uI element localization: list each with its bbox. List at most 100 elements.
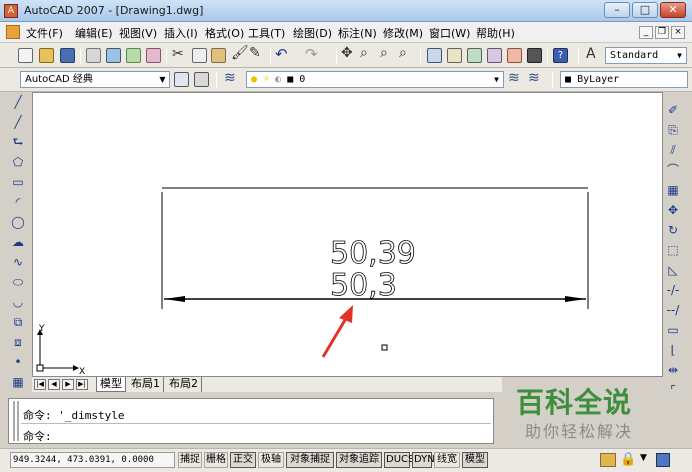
ortho-toggle[interactable]: 正交 <box>230 452 256 468</box>
layer-manager-icon[interactable]: ≋ <box>224 70 236 86</box>
menu-view[interactable]: 视图(V) <box>119 25 157 41</box>
menu-tools[interactable]: 工具(T) <box>248 25 285 41</box>
insert-block-icon[interactable]: ⧉ <box>10 315 26 329</box>
clean-screen-icon[interactable] <box>656 453 670 467</box>
document-icon[interactable] <box>6 25 20 39</box>
doc-minimize-button[interactable]: _ <box>639 26 653 39</box>
rotate-icon[interactable]: ↻ <box>665 223 681 237</box>
menu-insert[interactable]: 插入(I) <box>164 25 198 41</box>
polar-toggle[interactable]: 极轴 <box>258 452 284 468</box>
properties-icon[interactable] <box>427 48 442 63</box>
doc-close-button[interactable]: × <box>671 26 685 39</box>
construction-line-icon[interactable]: ╱ <box>10 115 26 129</box>
text-style-icon[interactable]: A <box>586 46 596 62</box>
workspace-settings-icon[interactable] <box>174 72 189 87</box>
save-icon[interactable] <box>60 48 75 63</box>
tab-layout2[interactable]: 布局2 <box>166 377 202 392</box>
undo-icon[interactable]: ↶ <box>275 45 288 63</box>
close-button[interactable]: ✕ <box>660 2 686 18</box>
move-icon[interactable]: ✥ <box>665 203 681 217</box>
drawing-canvas[interactable]: 50,39 50,3 Y X <box>32 92 663 377</box>
osnap-toggle[interactable]: 对象捕捉 <box>286 452 334 468</box>
minimize-button[interactable]: – <box>604 2 630 18</box>
copy-object-icon[interactable]: ⎘ <box>665 123 681 137</box>
otrack-toggle[interactable]: 对象追踪 <box>336 452 382 468</box>
tab-layout1[interactable]: 布局1 <box>128 377 164 392</box>
3d-dwf-icon[interactable] <box>146 48 161 63</box>
cut-icon[interactable]: ✂ <box>172 46 184 62</box>
next-tab-button[interactable]: ▶ <box>62 379 74 390</box>
lineweight-toggle[interactable]: 线宽 <box>434 452 460 468</box>
menu-draw[interactable]: 绘图(D) <box>293 25 332 41</box>
block-editor-icon[interactable]: ✎ <box>249 45 261 61</box>
join-icon[interactable]: ⇹ <box>665 363 681 377</box>
autocad-app-icon[interactable]: A <box>4 4 18 18</box>
publish-icon[interactable] <box>126 48 141 63</box>
chamfer-icon[interactable]: ⌊ <box>665 343 681 357</box>
match-properties-icon[interactable]: 🖌 <box>231 45 249 61</box>
break-icon[interactable]: ▭ <box>665 323 681 337</box>
zoom-window-icon[interactable]: ⌕ <box>380 45 388 61</box>
rectangle-icon[interactable]: ▭ <box>10 175 26 189</box>
spline-icon[interactable]: ∿ <box>10 255 26 269</box>
command-grip[interactable] <box>13 401 19 441</box>
my-workspace-icon[interactable] <box>194 72 209 87</box>
stretch-icon[interactable]: ◺ <box>665 263 681 277</box>
prev-tab-button[interactable]: ◀ <box>48 379 60 390</box>
polyline-icon[interactable]: ⮑ <box>10 135 26 149</box>
arc-icon[interactable]: ◜ <box>10 195 26 209</box>
zoom-realtime-icon[interactable]: ⌕ <box>360 45 368 61</box>
sheet-set-icon[interactable] <box>487 48 502 63</box>
chevron-down-icon[interactable]: ▼ <box>640 453 647 463</box>
line-icon[interactable]: ╱ <box>10 95 26 109</box>
maximize-button[interactable]: □ <box>632 2 658 18</box>
scale-icon[interactable]: ⬚ <box>665 243 681 257</box>
zoom-previous-icon[interactable]: ⌕ <box>399 45 407 61</box>
menu-edit[interactable]: 编辑(E) <box>75 25 113 41</box>
array-icon[interactable]: ▦ <box>665 183 681 197</box>
last-tab-button[interactable]: ▶| <box>76 379 88 390</box>
menu-window[interactable]: 窗口(W) <box>429 25 470 41</box>
command-window[interactable]: 命令: '_dimstyle 命令: <box>8 398 494 444</box>
calculator-icon[interactable] <box>527 48 542 63</box>
make-block-icon[interactable]: ⧈ <box>10 335 26 349</box>
new-icon[interactable] <box>18 48 33 63</box>
tab-model[interactable]: 模型 <box>96 377 126 392</box>
tool-palettes-icon[interactable] <box>467 48 482 63</box>
pan-icon[interactable]: ✥ <box>341 45 353 61</box>
menu-format[interactable]: 格式(O) <box>205 25 244 41</box>
design-center-icon[interactable] <box>447 48 462 63</box>
grid-toggle[interactable]: 栅格 <box>204 452 228 468</box>
menu-dimension[interactable]: 标注(N) <box>338 25 377 41</box>
erase-icon[interactable]: ✐ <box>665 103 681 117</box>
communication-center-icon[interactable] <box>600 453 616 467</box>
make-layer-current-icon[interactable]: ≋ <box>508 70 520 86</box>
first-tab-button[interactable]: |◀ <box>34 379 46 390</box>
text-style-select[interactable]: Standard ▼ <box>605 47 687 64</box>
revision-cloud-icon[interactable]: ☁ <box>10 235 26 249</box>
snap-toggle[interactable]: 捕捉 <box>178 452 202 468</box>
ducs-toggle[interactable]: DUCS <box>384 452 414 468</box>
fillet-icon[interactable]: ⌜ <box>665 383 681 397</box>
plot-preview-icon[interactable] <box>106 48 121 63</box>
circle-icon[interactable]: ◯ <box>10 215 26 229</box>
menu-file[interactable]: 文件(F) <box>26 25 63 41</box>
ellipse-arc-icon[interactable]: ◡ <box>10 295 26 309</box>
help-icon[interactable]: ? <box>553 48 568 63</box>
doc-restore-button[interactable]: ❐ <box>655 26 669 39</box>
layer-previous-icon[interactable]: ≋ <box>528 70 540 86</box>
layer-select[interactable]: ● ☼ ◐ ■ 0 ▼ <box>246 71 504 88</box>
command-prompt[interactable]: 命令: <box>23 428 52 444</box>
ellipse-icon[interactable]: ⬭ <box>10 275 26 289</box>
workspace-select[interactable]: AutoCAD 经典 ▼ <box>20 71 170 88</box>
model-toggle[interactable]: 模型 <box>462 452 488 468</box>
open-icon[interactable] <box>39 48 54 63</box>
extend-icon[interactable]: --/ <box>665 303 681 317</box>
menu-help[interactable]: 帮助(H) <box>476 25 515 41</box>
mirror-icon[interactable]: ⫽ <box>665 143 681 157</box>
markup-icon[interactable] <box>507 48 522 63</box>
trim-icon[interactable]: -/- <box>665 283 681 297</box>
hatch-icon[interactable]: ▦ <box>10 375 26 389</box>
polygon-icon[interactable]: ⬠ <box>10 155 26 169</box>
menu-modify[interactable]: 修改(M) <box>383 25 423 41</box>
